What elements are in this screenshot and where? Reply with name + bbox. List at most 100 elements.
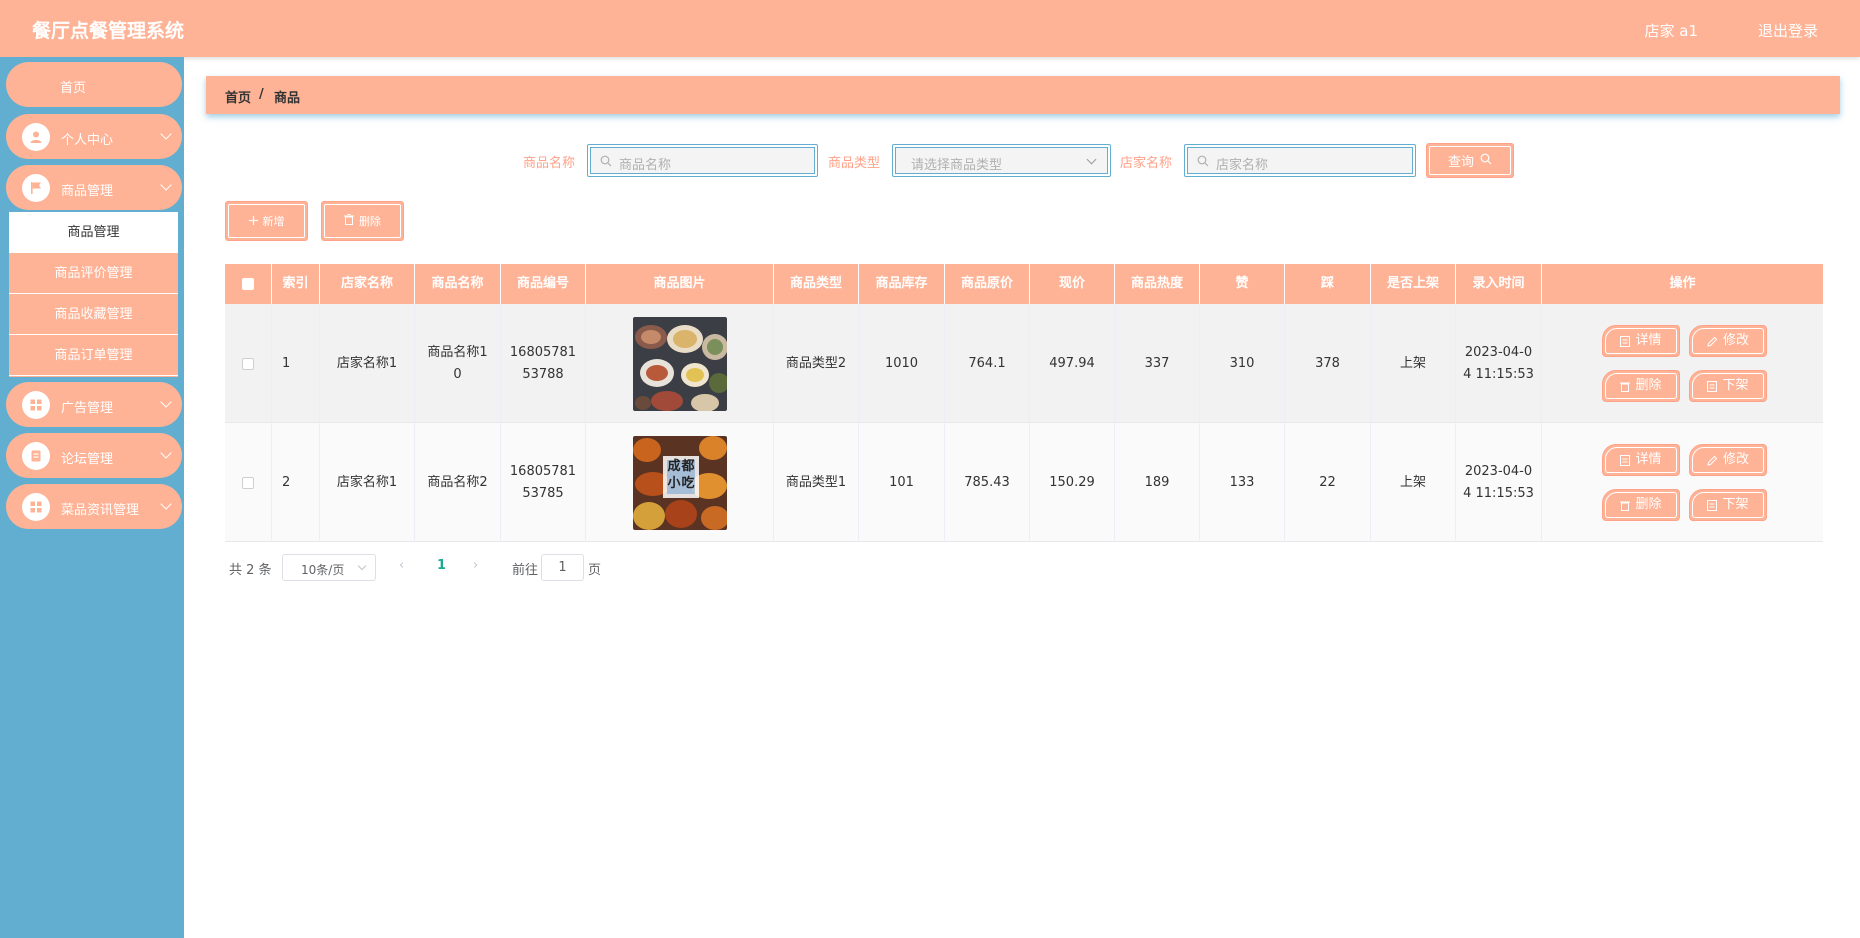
select-all-cell [225,264,272,304]
cell-current-price: 497.94 [1030,304,1115,423]
chevron-down-icon [160,128,172,140]
row-select-cell [225,304,272,423]
goto-page-suffix: 页 [588,563,602,578]
column-header: 店家名称 [320,264,415,304]
document-icon [1707,499,1718,511]
cell-text-line: 53785 [522,485,564,501]
delete-button[interactable]: 删除 [1602,489,1680,521]
submenu-item-goods-review[interactable]: 商品评价管理 [9,253,178,294]
sidebar-item-label: 商品管理 [61,184,114,199]
goods-image-caption: 成都小吃 [667,458,696,491]
search-icon [1480,153,1492,169]
column-header: 现价 [1030,264,1115,304]
document-icon [1620,454,1631,466]
trash-icon [1620,501,1631,511]
cell-text-line: 2023-04-0 [1464,463,1533,479]
cell-stock: 101 [859,423,945,542]
sidebar-item-personal-center[interactable]: 个人中心 [6,114,182,159]
batch-delete-button-label: 删除 [359,215,381,228]
sidebar-item-home[interactable]: 首页 [6,62,182,107]
next-page-icon[interactable]: › [473,558,478,573]
cell-heat: 189 [1115,423,1200,542]
goods-name-search-input[interactable]: 商品名称 [587,144,818,177]
take-down-button-label: 下架 [1722,378,1749,393]
prev-page-icon[interactable]: ‹ [399,558,404,573]
cell-stock: 1010 [859,304,945,423]
column-header: 商品编号 [501,264,586,304]
submenu-item-goods-manage[interactable]: 商品管理 [9,212,178,253]
chevron-down-icon [160,447,172,459]
breadcrumb: 首页 / 商品 [206,76,1840,114]
page-number-current[interactable]: 1 [437,558,446,573]
cell-index: 1 [272,304,320,423]
chevron-down-icon [160,498,172,510]
detail-button-label: 详情 [1635,333,1662,348]
cell-goods-image [586,304,774,423]
select-all-checkbox[interactable] [242,277,254,290]
column-header: 操作 [1669,276,1696,291]
table-header-row: 索引 店家名称 商品名称 商品编号 商品图片 商品类型 商品库存 商品原价 现价… [225,264,1823,304]
batch-delete-button[interactable]: 删除 [321,201,404,241]
column-header: 是否上架 [1371,264,1456,304]
edit-button-label: 修改 [1722,452,1749,467]
document-icon [1707,380,1718,392]
app-title: 餐厅点餐管理系统 [32,20,185,42]
detail-button[interactable]: 详情 [1602,444,1680,476]
search-icon [600,155,612,171]
shop-name-search-input[interactable]: 店家名称 [1184,144,1416,177]
cell-on-sale: 上架 [1371,304,1456,423]
goods-type-placeholder: 请选择商品类型 [911,158,1003,173]
take-down-button-label: 下架 [1722,497,1749,512]
delete-button[interactable]: 删除 [1602,370,1680,402]
sidebar-item-label: 广告管理 [61,401,114,416]
cell-goods-image: 成都小吃 [586,423,774,542]
sidebar-item-label: 首页 [60,81,87,96]
sidebar-item-label: 论坛管理 [61,452,114,467]
flag-icon [22,174,50,202]
submenu-item-goods-order[interactable]: 商品订单管理 [9,335,178,376]
shop-name-placeholder: 店家名称 [1216,158,1269,173]
detail-button[interactable]: 详情 [1602,325,1680,357]
add-button-label: 新增 [262,215,285,228]
edit-button-label: 修改 [1722,333,1749,348]
goods-type-select[interactable]: 请选择商品类型 [892,144,1111,177]
breadcrumb-home[interactable]: 首页 [225,87,251,106]
row-checkbox[interactable] [242,476,254,489]
sidebar-item-dish-news[interactable]: 菜品资讯管理 [6,484,182,529]
sidebar-item-ads[interactable]: 广告管理 [6,382,182,427]
row-checkbox[interactable] [242,357,254,370]
grid-icon [22,391,50,419]
goods-image[interactable]: 成都小吃 [632,435,727,530]
edit-icon [1707,455,1718,466]
sidebar-item-label: 菜品资讯管理 [61,503,140,518]
goto-page-input[interactable]: 1 [541,554,584,581]
submenu-item-goods-favorite[interactable]: 商品收藏管理 [9,294,178,335]
cell-original-price: 785.43 [945,423,1030,542]
column-header: 商品类型 [774,264,859,304]
cell-goods-code: 16805781 53788 [501,304,586,423]
page-size-select[interactable]: 10条/页 [282,554,376,581]
edit-button[interactable]: 修改 [1689,444,1767,476]
sidebar-item-forum[interactable]: 论坛管理 [6,433,182,478]
delete-button-label: 删除 [1635,378,1662,393]
add-button[interactable]: 新增 [225,201,308,241]
chevron-down-icon [160,179,172,191]
cell-text-line: 4 11:15:53 [1463,366,1534,382]
column-header: 商品库存 [859,264,945,304]
take-down-button[interactable]: 下架 [1689,489,1767,521]
cell-dislikes: 378 [1285,304,1371,423]
cell-goods-name: 商品名称1 0 [415,304,501,423]
take-down-button[interactable]: 下架 [1689,370,1767,402]
cell-text-line: 0 [453,366,462,382]
query-button-label: 查询 [1447,155,1474,170]
goods-image[interactable] [632,316,727,411]
breadcrumb-separator: / [259,87,264,102]
goods-name-label: 商品名称 [523,156,576,171]
column-header: 踩 [1285,264,1371,304]
query-button[interactable]: 查询 [1426,143,1514,178]
logout-link[interactable]: 退出登录 [1758,20,1818,41]
column-header: 赞 [1200,264,1285,304]
search-icon [1197,155,1209,171]
sidebar-item-goods[interactable]: 商品管理 [6,165,182,210]
edit-button[interactable]: 修改 [1689,325,1767,357]
